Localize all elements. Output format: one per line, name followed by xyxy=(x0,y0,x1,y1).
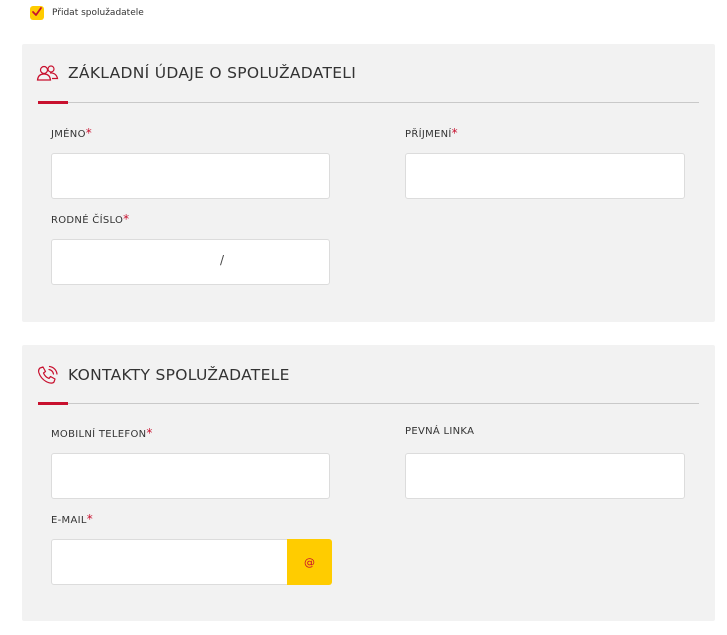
add-coapplicant-checkbox[interactable] xyxy=(30,6,44,20)
add-coapplicant-label[interactable]: Přidat spolužadatele xyxy=(52,8,144,18)
email-label: E-MAIL* xyxy=(51,512,94,526)
first-name-label: JMÉNO* xyxy=(51,126,93,140)
basic-info-panel: ZÁKLADNÍ ÚDAJE O SPOLUŽADATELI JMÉNO* PŘ… xyxy=(22,44,715,322)
email-at-button[interactable]: @ xyxy=(287,539,332,585)
email-input[interactable] xyxy=(51,539,288,585)
birth-number-label: RODNÉ ČÍSLO* xyxy=(51,212,130,226)
users-icon xyxy=(36,65,59,81)
checkmark-icon xyxy=(32,7,42,16)
birth-number-input[interactable]: / xyxy=(51,239,330,285)
landline-label: PEVNÁ LINKA xyxy=(405,426,475,437)
add-coapplicant-checkbox-row[interactable]: Přidat spolužadatele xyxy=(30,6,144,20)
contact-title: KONTAKTY SPOLUŽADATELE xyxy=(68,366,290,384)
section-divider xyxy=(38,102,699,103)
first-name-input[interactable] xyxy=(51,153,330,199)
landline-input[interactable] xyxy=(405,453,685,499)
mobile-label: MOBILNÍ TELEFON* xyxy=(51,426,153,440)
basic-info-title: ZÁKLADNÍ ÚDAJE O SPOLUŽADATELI xyxy=(68,64,357,82)
phone-icon xyxy=(38,365,58,384)
section-divider xyxy=(38,403,699,404)
section-accent-bar xyxy=(38,101,68,104)
birth-number-separator: / xyxy=(220,253,225,267)
section-accent-bar xyxy=(38,402,68,405)
mobile-input[interactable] xyxy=(51,453,330,499)
last-name-label: PŘÍJMENÍ* xyxy=(405,126,458,140)
contact-panel: KONTAKTY SPOLUŽADATELE MOBILNÍ TELEFON* … xyxy=(22,345,715,621)
basic-info-header: ZÁKLADNÍ ÚDAJE O SPOLUŽADATELI xyxy=(36,64,356,82)
contact-header: KONTAKTY SPOLUŽADATELE xyxy=(36,365,290,385)
last-name-input[interactable] xyxy=(405,153,685,199)
